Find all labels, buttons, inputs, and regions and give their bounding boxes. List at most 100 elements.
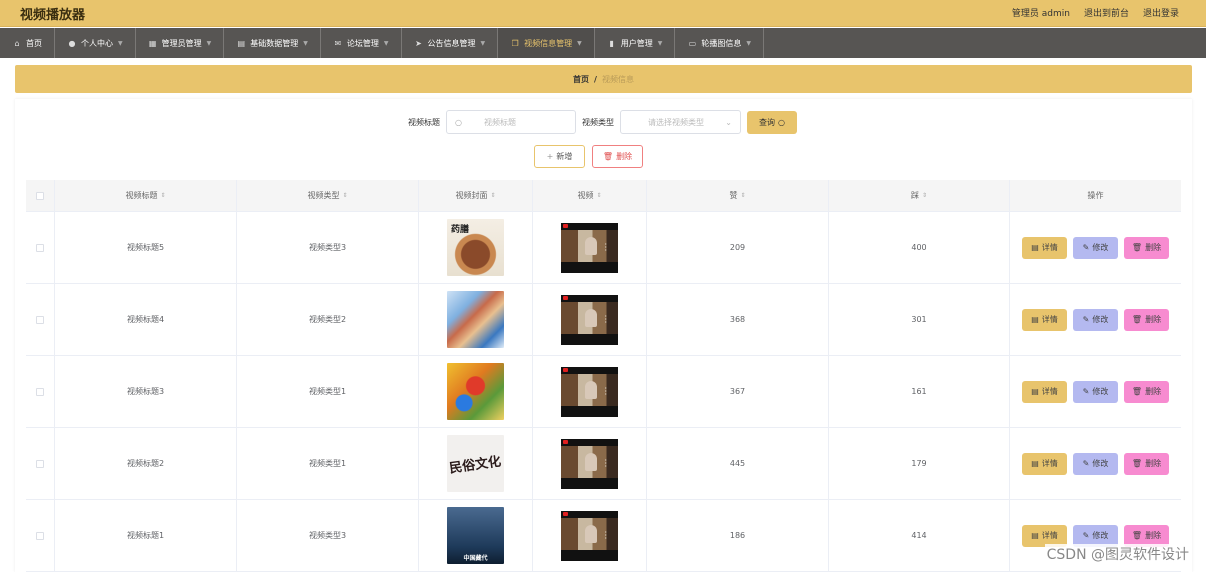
cover-caption: 中国藏代 [463, 555, 488, 562]
edit-button[interactable]: ✎ 修改 [1073, 308, 1118, 331]
home-icon: ⌂ [14, 38, 20, 48]
row-select-cell [26, 284, 55, 355]
column-header-likes[interactable]: 赞 ⇕ [647, 180, 829, 211]
chevron-down-icon: ▼ [480, 39, 486, 47]
delete-button[interactable]: 🗑 删除 [1124, 452, 1169, 475]
delete-label: 删除 [1145, 459, 1162, 468]
select-all-cell [26, 180, 55, 211]
cover-image[interactable] [447, 291, 504, 348]
column-header-title[interactable]: 视频标题 ⇕ [55, 180, 237, 211]
query-button[interactable]: 查询 ○ [747, 110, 797, 134]
batch-delete-button[interactable]: 🗑 删除 [592, 145, 643, 168]
document-icon: ▤ [1031, 531, 1039, 540]
delete-button[interactable]: 🗑 删除 [1124, 380, 1169, 403]
column-header-video[interactable]: 视频 ⇕ [533, 180, 647, 211]
detail-button[interactable]: ▤ 详情 [1022, 452, 1067, 475]
nav-item-basedata[interactable]: ▤ 基础数据管理 ▼ [224, 28, 321, 58]
title-search-input[interactable]: ○ 视频标题 [446, 110, 576, 134]
mail-icon: ✉ [334, 38, 342, 48]
video-player[interactable]: · · · [561, 438, 618, 489]
nav-item-notice[interactable]: ➤ 公告信息管理 ▼ [402, 28, 499, 58]
pencil-icon: ✎ [1082, 243, 1090, 252]
sort-icon[interactable]: ⇕ [740, 192, 745, 199]
row-select-cell [26, 356, 55, 427]
table-row: 视频标题2 视频类型1 民俗文化 · · · 445 179 ▤ 详情 ✎ 修改 🗑 删除 [26, 428, 1181, 500]
plus-icon: + [546, 152, 554, 161]
cell-video: · · · [533, 212, 647, 283]
cell-type: 视频类型2 [237, 284, 419, 355]
nav-item-carousel[interactable]: ▭ 轮播图信息 ▼ [675, 28, 764, 58]
document-icon: ▤ [1031, 243, 1039, 252]
front-page-link[interactable]: 退出到前台 [1084, 6, 1129, 19]
record-icon [563, 439, 568, 444]
copy-icon: ❐ [511, 38, 519, 48]
column-header-type[interactable]: 视频类型 ⇕ [237, 180, 419, 211]
sort-icon[interactable]: ⇕ [342, 192, 347, 199]
briefcase-icon: ▭ [688, 38, 697, 48]
sort-icon[interactable]: ⇕ [596, 192, 601, 199]
more-icon[interactable]: · · · [604, 240, 607, 254]
send-icon: ➤ [415, 38, 422, 48]
delete-button[interactable]: 🗑 删除 [1124, 236, 1169, 259]
cover-image[interactable]: 中国藏代 [447, 507, 504, 564]
add-button[interactable]: + 新增 [534, 145, 585, 168]
more-icon[interactable]: · · · [604, 312, 607, 326]
sort-icon[interactable]: ⇕ [160, 192, 165, 199]
delete-button[interactable]: 🗑 删除 [1124, 308, 1169, 331]
type-select[interactable]: 请选择视频类型 ⌄ [620, 110, 741, 134]
edit-button[interactable]: ✎ 修改 [1073, 452, 1118, 475]
chevron-down-icon: ▼ [577, 39, 582, 47]
column-header-dislikes[interactable]: 踩 ⇕ [829, 180, 1010, 211]
cell-cover: 药膳 [419, 212, 533, 283]
cell-likes: 186 [647, 500, 829, 571]
detail-label: 详情 [1041, 459, 1058, 468]
select-all-checkbox[interactable] [36, 191, 44, 200]
sort-icon[interactable]: ⇕ [922, 192, 927, 199]
nav-label: 首页 [26, 38, 42, 48]
table-row: 视频标题5 视频类型3 药膳 · · · 209 400 ▤ 详情 ✎ 修改 🗑 删除 [26, 212, 1181, 284]
document-icon: ▤ [1031, 315, 1039, 324]
row-checkbox[interactable] [36, 243, 44, 252]
edit-button[interactable]: ✎ 修改 [1073, 380, 1118, 403]
nav-item-home[interactable]: ⌂ 首页 [0, 28, 55, 58]
row-checkbox[interactable] [36, 387, 44, 396]
video-player[interactable]: · · · [561, 294, 618, 345]
video-player[interactable]: · · · [561, 510, 618, 561]
nav-item-personal[interactable]: ● 个人中心 ▼ [55, 28, 136, 58]
title-search-placeholder: 视频标题 [483, 117, 516, 127]
detail-button[interactable]: ▤ 详情 [1022, 308, 1067, 331]
more-icon[interactable]: · · · [604, 528, 607, 542]
video-player[interactable]: · · · [561, 222, 618, 273]
detail-button[interactable]: ▤ 详情 [1022, 380, 1067, 403]
toolbar: + 新增 🗑 删除 [534, 145, 643, 168]
nav-item-users[interactable]: ▮ 用户管理 ▼ [595, 28, 676, 58]
database-icon: ▤ [237, 38, 246, 48]
row-checkbox[interactable] [36, 459, 44, 468]
logout-link[interactable]: 退出登录 [1143, 6, 1179, 19]
row-checkbox[interactable] [36, 531, 44, 540]
trash-icon: 🗑 [1131, 315, 1143, 324]
nav-item-video[interactable]: ❐ 视频信息管理 ▼ [498, 28, 595, 58]
edit-label: 修改 [1092, 243, 1109, 252]
cell-title: 视频标题1 [55, 500, 237, 571]
more-icon[interactable]: · · · [604, 456, 607, 470]
sort-icon[interactable]: ⇕ [490, 192, 495, 199]
edit-button[interactable]: ✎ 修改 [1073, 236, 1118, 259]
record-icon [563, 223, 568, 228]
cover-image[interactable]: 药膳 [447, 219, 504, 276]
column-label: 视频 [577, 191, 594, 200]
header-links: 管理员 admin 退出到前台 退出登录 [1012, 6, 1179, 19]
more-icon[interactable]: · · · [604, 384, 607, 398]
nav-item-admin[interactable]: ▦ 管理员管理 ▼ [136, 28, 225, 58]
cell-video: · · · [533, 284, 647, 355]
breadcrumb-home[interactable]: 首页 [573, 74, 589, 85]
cell-cover: 民俗文化 [419, 428, 533, 499]
nav-item-forum[interactable]: ✉ 论坛管理 ▼ [321, 28, 402, 58]
cover-image[interactable] [447, 363, 504, 420]
cover-image[interactable]: 民俗文化 [447, 435, 504, 492]
row-checkbox[interactable] [36, 315, 44, 324]
nav-label: 轮播图信息 [701, 38, 742, 48]
video-player[interactable]: · · · [561, 366, 618, 417]
column-header-cover[interactable]: 视频封面 ⇕ [419, 180, 533, 211]
detail-button[interactable]: ▤ 详情 [1022, 236, 1067, 259]
